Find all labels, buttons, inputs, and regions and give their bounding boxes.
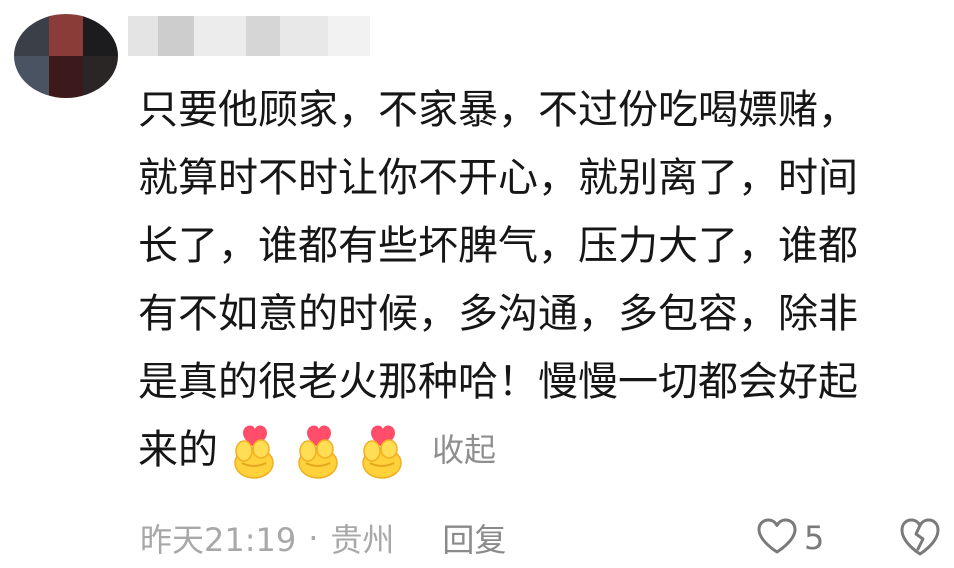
comment-line: 是真的很老火那种哈！慢慢一切都会好起: [138, 359, 858, 405]
heart-outline-icon: [756, 517, 798, 559]
avatar[interactable]: [14, 14, 118, 98]
comment-line: 有不如意的时候，多沟通，多包容，除非: [138, 291, 858, 337]
like-button[interactable]: 5: [756, 514, 824, 562]
avatar-pixel: [48, 14, 84, 56]
comment-line: 就算时不时让你不开心，就别离了，时间: [138, 155, 858, 201]
blur-block: [328, 16, 370, 56]
reply-button[interactable]: 回复: [442, 515, 506, 561]
blur-block: [246, 16, 280, 56]
comment-text: 只要他顾家，不家暴，不过份吃喝嫖赌， 就算时不时让你不开心，就别离了，时间 长了…: [138, 76, 938, 484]
avatar-pixel: [83, 56, 118, 98]
avatar-pixel: [83, 14, 118, 56]
avatar-pixel: [48, 56, 84, 98]
comment-line: 来的: [138, 427, 218, 473]
avatar-pixel: [14, 56, 49, 98]
comment-line: 只要他顾家，不家暴，不过份吃喝嫖赌，: [138, 87, 858, 133]
avatar-pixel: [14, 14, 49, 56]
blur-block: [280, 16, 328, 56]
meta-separator: ·: [308, 519, 319, 557]
comment-time: 昨天21:19: [140, 521, 297, 559]
finger-heart-emoji: [356, 421, 410, 479]
comment-line: 长了，谁都有些坏脾气，压力大了，谁都: [138, 223, 858, 269]
like-count: 5: [804, 519, 825, 557]
blur-block: [128, 16, 158, 56]
comment-location: 贵州: [330, 521, 395, 559]
collapse-button[interactable]: 收起: [432, 416, 496, 484]
comment-last-line: 来的 收起: [138, 416, 938, 484]
dislike-button[interactable]: [898, 516, 942, 560]
broken-heart-icon: [898, 518, 942, 562]
blur-block: [194, 16, 246, 56]
comment-meta: 昨天21:19 · 贵州 回复: [140, 514, 506, 562]
username-blurred[interactable]: [128, 16, 370, 56]
finger-heart-emoji: [228, 421, 282, 479]
blur-block: [158, 16, 194, 56]
finger-heart-emoji: [292, 421, 346, 479]
